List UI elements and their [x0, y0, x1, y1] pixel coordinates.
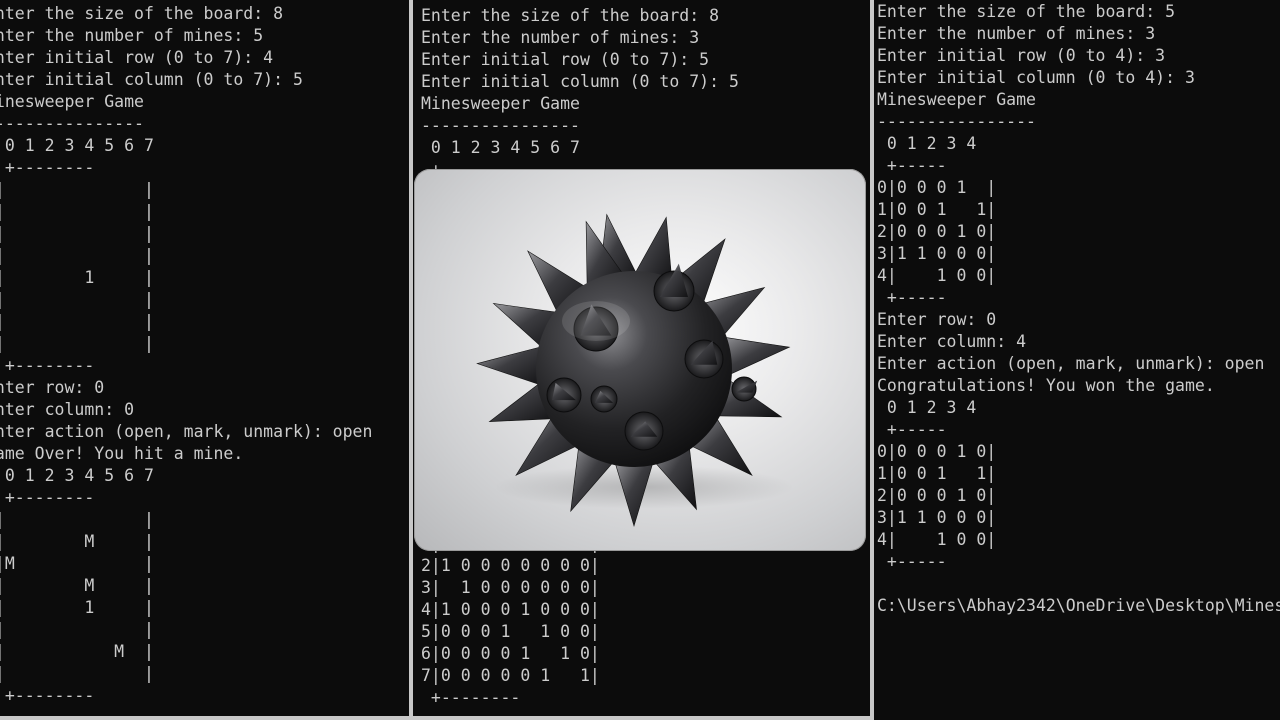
terminal-line: Enter the number of mines: 3	[877, 24, 1156, 43]
terminal-line: +--------	[4, 356, 95, 375]
terminal-line: Enter row: 0	[877, 310, 997, 329]
terminal-line: 0 1 2 3 4 5 6 7	[421, 138, 580, 157]
terminal-line: 6| |	[0, 312, 154, 331]
terminal-line: Enter action (open, mark, unmark): open	[0, 422, 373, 441]
terminal-line: +--------	[4, 158, 95, 177]
terminal-line: Enter the size of the board: 8	[421, 6, 720, 25]
terminal-left-output: Enter the size of the board: 8 Enter the …	[0, 3, 372, 707]
terminal-line: 0|0 0 0 1 0|	[877, 442, 997, 461]
terminal-line: Enter initial row (0 to 7): 4	[0, 48, 274, 67]
terminal-line: 2|1 0 0 0 0 0 0 0|	[421, 556, 600, 575]
terminal-line: +-----	[877, 288, 947, 307]
terminal-line: 1|0 0 1 1|	[877, 464, 997, 483]
terminal-line: Enter the size of the board: 8	[0, 4, 284, 23]
terminal-line: 3| M |	[0, 576, 154, 595]
terminal-line: ----------------	[877, 112, 1036, 131]
terminal-line: 6|0 0 0 0 1 1 0|	[421, 644, 600, 663]
terminal-line: 0 1 2 3 4 5 6 7	[0, 136, 154, 155]
terminal-line: 4| 1 |	[0, 598, 154, 617]
terminal-line: +--------	[4, 488, 95, 507]
terminal-line: Enter initial column (0 to 7): 5	[421, 72, 739, 91]
terminal-line: 2|M |	[0, 554, 154, 573]
terminal-line: +--------	[421, 688, 521, 707]
terminal-line: +--------	[4, 686, 95, 705]
terminal-line: 3|1 1 0 0 0|	[877, 508, 997, 527]
terminal-line: 3| |	[0, 246, 154, 265]
terminal-line: 6| M |	[0, 642, 154, 661]
terminal-line: Minesweeper Game	[877, 90, 1036, 109]
terminal-line: Enter column: 0	[0, 400, 135, 419]
terminal-line: +-----	[877, 420, 947, 439]
terminal-line: 5|0 0 0 1 1 0 0|	[421, 622, 600, 641]
terminal-line: 7| |	[0, 664, 154, 683]
terminal-line: 0| |	[0, 510, 154, 529]
terminal-line: Enter initial column (0 to 7): 5	[0, 70, 303, 89]
terminal-line: Enter initial row (0 to 4): 3	[877, 46, 1166, 65]
terminal-line: 4| 1 0 0|	[877, 530, 997, 549]
mine-image-card	[414, 169, 866, 551]
terminal-line: 1|0 0 1 1|	[877, 200, 997, 219]
terminal-line: +-----	[877, 552, 947, 571]
terminal-line: 7|0 0 0 0 0 1 1|	[421, 666, 600, 685]
terminal-line: 0 1 2 3 4 5 6 7	[0, 466, 154, 485]
terminal-line: 2| |	[0, 224, 154, 243]
terminal-line: Enter the number of mines: 5	[0, 26, 264, 45]
terminal-line: Enter the number of mines: 3	[421, 28, 700, 47]
mine-highlight	[562, 301, 630, 341]
spiked-mine-icon	[476, 213, 794, 527]
terminal-line: 0 1 2 3 4	[877, 134, 977, 153]
mine-spikes	[476, 213, 794, 527]
terminal-line: 2|0 0 0 1 0|	[877, 486, 997, 505]
terminal-left[interactable]: Enter the size of the board: 8 Enter the …	[0, 0, 409, 716]
terminal-line: Enter column: 4	[877, 332, 1027, 351]
terminal-line: 4|1 0 0 0 1 0 0 0|	[421, 600, 600, 619]
terminal-line: 3| 1 0 0 0 0 0 0|	[421, 578, 600, 597]
terminal-line: 0 1 2 3 4	[877, 398, 977, 417]
terminal-right-output: Enter the size of the board: 5 Enter the …	[877, 1, 1280, 617]
terminal-line: Enter row: 0	[0, 378, 105, 397]
terminal-line: Game Over! You hit a mine.	[0, 444, 244, 463]
terminal-line: 0|0 0 0 1 |	[877, 178, 997, 197]
terminal-line: 3|1 1 0 0 0|	[877, 244, 997, 263]
terminal-line: 1| M |	[0, 532, 154, 551]
mine-spike	[476, 345, 546, 387]
terminal-line: 2|0 0 0 1 0|	[877, 222, 997, 241]
terminal-line: 1| |	[0, 202, 154, 221]
terminal-line: 5| |	[0, 620, 154, 639]
terminal-line: 4| 1 |	[0, 268, 154, 287]
terminal-line: Congratulations! You won the game.	[877, 376, 1215, 395]
terminal-line: Enter action (open, mark, unmark): open	[877, 354, 1265, 373]
terminal-line: Enter the size of the board: 5	[877, 2, 1176, 21]
terminal-line: 5| |	[0, 290, 154, 309]
terminal-line: Enter initial column (0 to 4): 3	[877, 68, 1195, 87]
terminal-line: 7| |	[0, 334, 154, 353]
terminal-line: ----------------	[421, 116, 580, 135]
terminal-line: C:\Users\Abhay2342\OneDrive\Desktop\Mine…	[877, 596, 1280, 615]
terminal-line: 4| 1 0 0|	[877, 266, 997, 285]
terminal-line: ----------------	[0, 114, 144, 133]
terminal-line: Minesweeper Game	[421, 94, 580, 113]
collage: Enter the size of the board: 8 Enter the …	[0, 0, 1280, 720]
terminal-line: 0| |	[0, 180, 154, 199]
terminal-right[interactable]: Enter the size of the board: 5 Enter the …	[874, 0, 1280, 720]
terminal-line: +-----	[877, 156, 947, 175]
terminal-line: Minesweeper Game	[0, 92, 144, 111]
terminal-line: Enter initial row (0 to 7): 5	[421, 50, 710, 69]
